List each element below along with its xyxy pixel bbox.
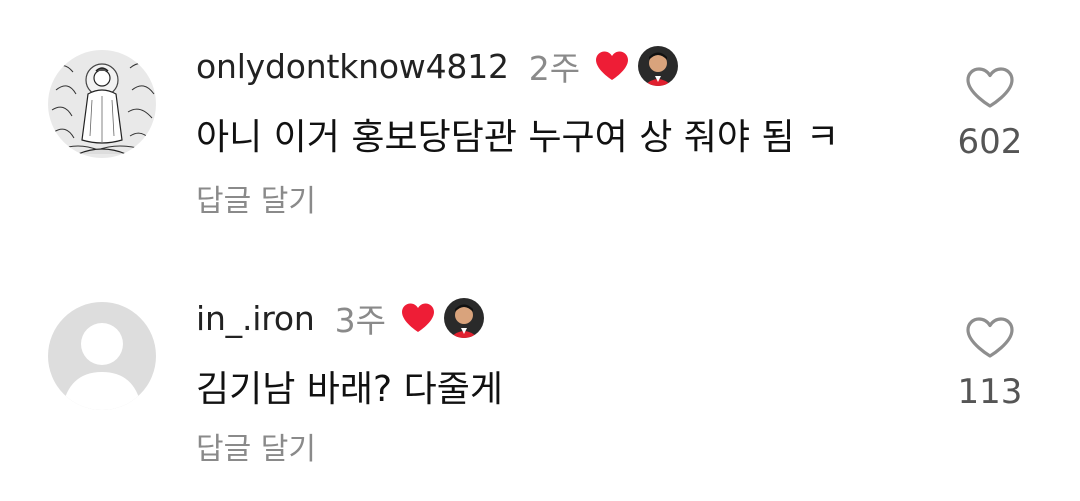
like-count: 602 (957, 122, 1023, 162)
like-count: 113 (957, 372, 1023, 412)
commenter-avatar[interactable] (48, 50, 156, 158)
reply-button[interactable]: 답글 달기 (196, 176, 316, 220)
buddha-illustration-avatar-icon (48, 50, 156, 158)
username[interactable]: in_.iron (196, 299, 315, 338)
creator-heart-icon (401, 303, 434, 332)
creator-avatar (638, 46, 679, 86)
comment-header: in_.iron 3주 (196, 296, 484, 340)
creator-avatar (443, 298, 484, 338)
heart-outline-icon[interactable] (965, 66, 1015, 110)
like-section: 113 (940, 316, 1040, 412)
comment-text: 아니 이거 홍보당담관 누구여 상 줘야 됨 ㅋ (196, 117, 840, 158)
commenter-avatar[interactable] (48, 302, 156, 410)
timestamp: 3주 (334, 301, 386, 340)
username[interactable]: onlydontknow4812 (196, 47, 509, 86)
default-profile-avatar-icon (48, 302, 156, 410)
comment-text: 김기남 바래? 다줄게 (196, 369, 503, 410)
creator-heart-icon (596, 51, 629, 80)
comment-item: onlydontknow4812 2주 아니 이거 홍보당담관 누구여 상 줘야… (0, 0, 1080, 240)
comment-item: in_.iron 3주 김기남 바래? 다줄게 답글 달기 113 (0, 250, 1080, 490)
heart-outline-icon[interactable] (965, 316, 1015, 360)
creator-avatar-icon (443, 298, 484, 338)
comment-header: onlydontknow4812 2주 (196, 44, 679, 88)
reply-button[interactable]: 답글 달기 (196, 424, 316, 468)
like-section: 602 (940, 66, 1040, 162)
creator-avatar-icon (638, 46, 679, 86)
timestamp: 2주 (528, 49, 581, 88)
